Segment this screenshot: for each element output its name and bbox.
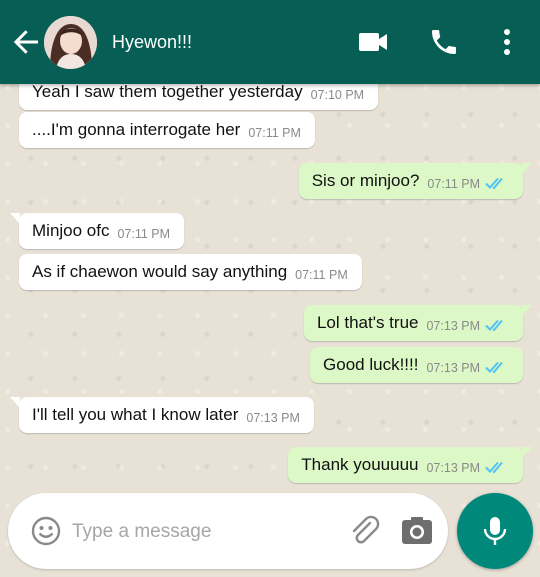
paperclip-icon[interactable] [346,513,382,549]
read-ticks-icon [485,319,503,332]
contact-name[interactable]: Hyewon!!! [112,32,192,53]
message-time: 07:10 PM [310,88,365,102]
message-incoming[interactable]: Yeah I saw them together yesterday 07:10… [19,84,379,110]
message-text: Yeah I saw them together yesterday [32,84,303,101]
emoji-icon[interactable] [30,515,62,547]
message-text: ....I'm gonna interrogate her [32,120,241,139]
more-vert-icon[interactable] [496,26,518,58]
message-outgoing[interactable]: Good luck!!!! 07:13 PM [310,347,523,383]
chat-header: Hyewon!!! [0,0,540,84]
message-text: Good luck!!!! [323,355,419,374]
message-time: 07:11 PM [295,268,348,282]
message-outgoing[interactable]: Thank youuuuu 07:13 PM [288,447,532,483]
message-text: Lol that's true [316,313,419,332]
arrow-back-icon[interactable] [8,26,44,58]
message-time: 07:13 PM [246,411,300,425]
message-incoming[interactable]: ....I'm gonna interrogate her 07:11 PM [19,112,315,148]
read-ticks-icon [485,177,503,190]
message-text: As if chaewon would say anything [32,262,288,281]
message-list[interactable]: Yeah I saw them together yesterday 07:10… [0,84,540,494]
message-outgoing[interactable]: Sis or minjoo? 07:11 PM [298,163,533,199]
message-text: Sis or minjoo? [311,171,420,190]
message-time: 07:13 PM [426,461,480,475]
message-time: 07:11 PM [248,126,301,140]
message-time: 07:13 PM [426,319,480,333]
message-composer [8,493,448,569]
message-incoming[interactable]: Minjoo ofc 07:11 PM [9,213,185,249]
avatar[interactable] [44,16,97,69]
mic-button[interactable] [457,493,533,569]
message-text: Thank youuuuu [301,455,419,474]
message-time: 07:11 PM [427,177,480,191]
message-time: 07:11 PM [117,227,171,241]
message-outgoing[interactable]: Lol that's true 07:13 PM [303,305,533,341]
phone-icon[interactable] [422,26,458,58]
message-time: 07:13 PM [426,361,480,375]
message-incoming[interactable]: As if chaewon would say anything 07:11 P… [19,254,362,290]
read-ticks-icon [485,361,503,374]
video-call-icon[interactable] [355,26,391,58]
message-incoming[interactable]: I'll tell you what I know later 07:13 PM [10,397,314,433]
camera-icon[interactable] [399,513,435,549]
message-text: I'll tell you what I know later [32,405,239,424]
message-input[interactable] [70,514,344,550]
mic-icon [483,517,507,545]
read-ticks-icon [485,461,503,474]
message-text: Minjoo ofc [32,221,110,240]
